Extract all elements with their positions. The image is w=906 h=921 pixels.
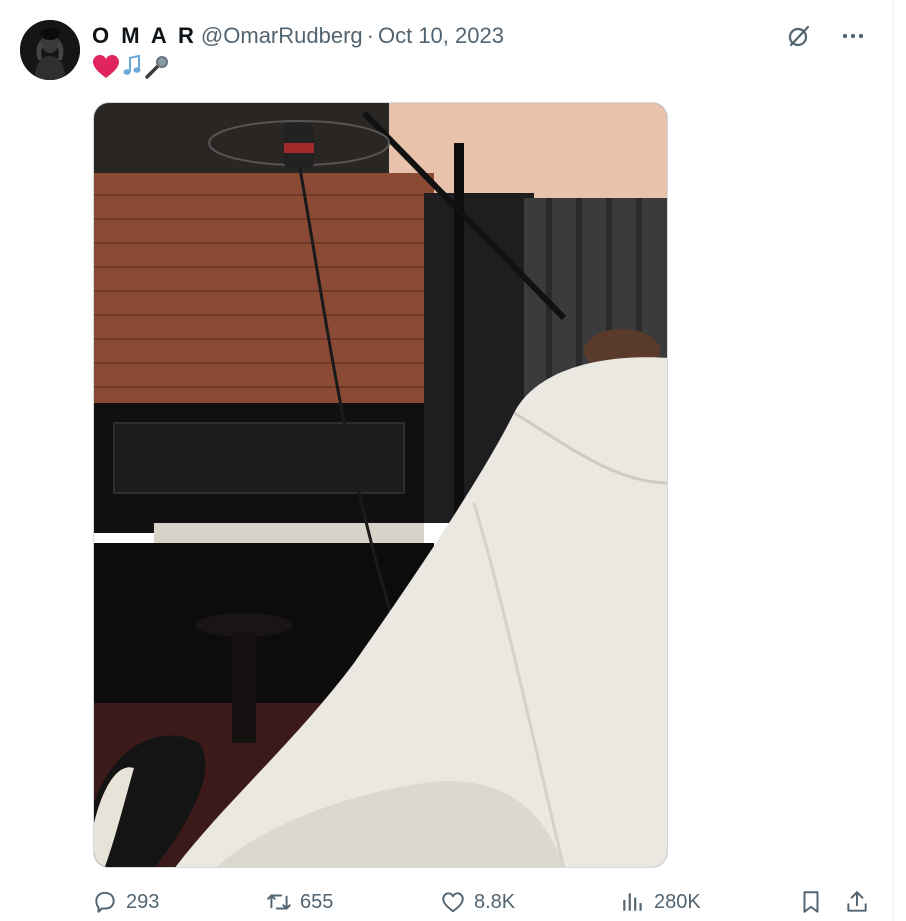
retweet-count: 655 <box>300 890 334 913</box>
user-handle[interactable]: @OmarRudberg <box>201 23 363 49</box>
views-icon <box>623 893 642 911</box>
bookmark-icon <box>803 891 819 913</box>
microphone-emoji-icon <box>144 54 170 85</box>
tweet-top-actions <box>785 22 867 50</box>
tweet-actions: 293 655 8.8K 280K <box>92 884 872 920</box>
music-notes-icon <box>122 54 142 85</box>
reply-icon <box>95 891 115 913</box>
tweet-header: O M A R @OmarRudberg · Oct 10, 2023 <box>92 22 504 50</box>
views-button[interactable]: 280K <box>620 889 701 915</box>
tweet-text <box>92 54 170 84</box>
heart-emoji-icon <box>92 54 120 85</box>
more-icon[interactable] <box>839 22 867 50</box>
retweet-button[interactable]: 655 <box>266 889 333 915</box>
grok-icon[interactable] <box>785 22 813 50</box>
reply-button[interactable]: 293 <box>92 889 159 915</box>
separator-dot: · <box>366 23 374 48</box>
like-count: 8.8K <box>474 890 516 913</box>
share-icon <box>847 891 867 912</box>
retweet-icon <box>267 894 291 910</box>
reply-count: 293 <box>126 890 160 913</box>
like-button[interactable]: 8.8K <box>440 889 515 915</box>
view-count: 280K <box>654 890 701 913</box>
tweet-date[interactable]: Oct 10, 2023 <box>378 23 504 49</box>
tweet-card: O M A R @OmarRudberg · Oct 10, 2023 293 … <box>0 0 894 921</box>
display-name[interactable]: O M A R <box>92 23 197 49</box>
bookmark-button[interactable] <box>798 889 824 915</box>
tweet-photo[interactable] <box>93 102 668 868</box>
like-icon <box>442 892 464 913</box>
share-button[interactable] <box>844 889 870 915</box>
avatar[interactable] <box>20 20 80 80</box>
